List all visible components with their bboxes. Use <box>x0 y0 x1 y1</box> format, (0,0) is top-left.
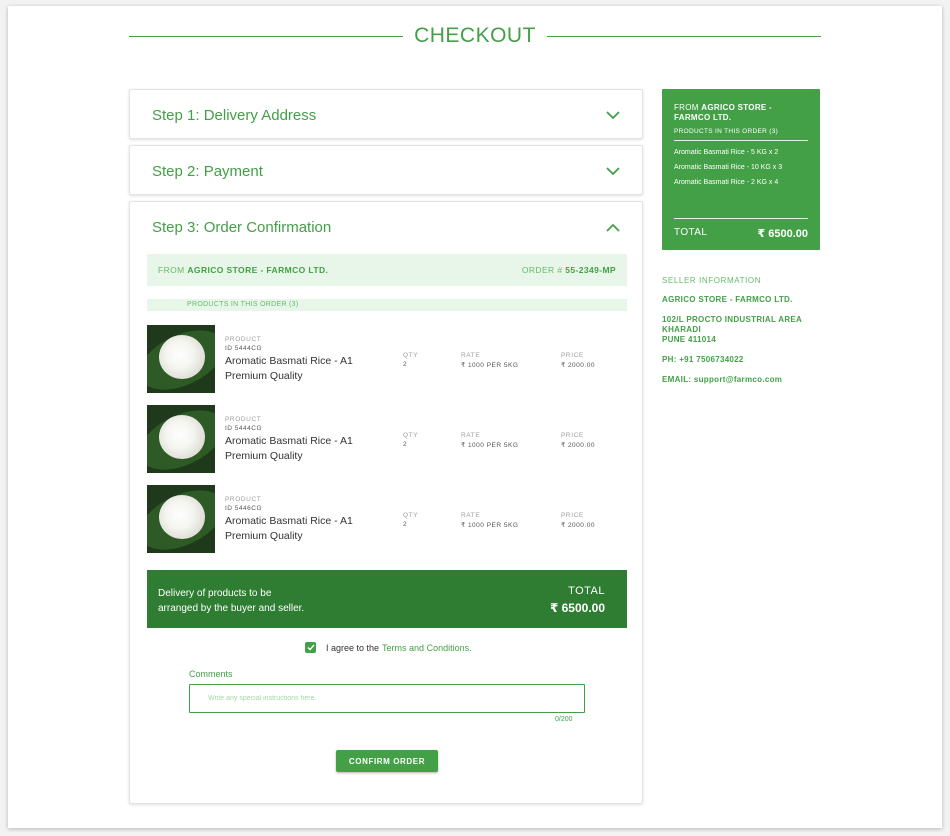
step-header[interactable]: Step 3: Order Confirmation <box>130 202 642 252</box>
product-image <box>147 405 215 473</box>
price-label: PRICE <box>561 352 584 359</box>
order-from: FROM AGRICO STORE - FARMCO LTD. <box>158 265 329 275</box>
summary-total-label: TOTAL <box>674 227 708 238</box>
step-title: Step 2: Payment <box>152 162 263 180</box>
qty-value: 2 <box>403 361 408 368</box>
terms-agreement: I agree to the Terms and Conditions. <box>305 642 472 653</box>
product-image <box>147 325 215 393</box>
seller-information: SELLER INFORMATION AGRICO STORE - FARMCO… <box>662 276 842 384</box>
list-item: PRODUCT ID 5446CG Aromatic Basmati Rice … <box>147 485 627 553</box>
product-id: ID 5446CG <box>225 505 263 512</box>
list-item: PRODUCT ID 5444CG Aromatic Basmati Rice … <box>147 325 627 393</box>
chevron-down-icon[interactable] <box>606 110 620 120</box>
qty-label: QTY <box>403 432 419 439</box>
order-number: ORDER # 55-2349-MP <box>521 265 616 275</box>
rate-value: ₹ 1000 PER 5KG <box>461 522 519 529</box>
header-divider-left <box>129 35 404 37</box>
total-value: ₹ 6500.00 <box>549 601 605 615</box>
order-from-bar: FROM AGRICO STORE - FARMCO LTD. ORDER # … <box>147 254 627 286</box>
price-value: ₹ 2000.00 <box>561 522 595 529</box>
rate-label: RATE <box>461 432 481 439</box>
product-name: Aromatic Basmati Rice - A1 Premium Quali… <box>225 355 353 382</box>
store-name: AGRICO STORE - FARMCO LTD. <box>187 265 329 275</box>
delivery-note: Delivery of products to be arranged by t… <box>158 588 305 614</box>
comments-counter: 0/200 <box>555 716 573 723</box>
header-divider-right <box>546 35 821 37</box>
summary-total: TOTAL ₹ 6500.00 <box>674 218 808 240</box>
product-label: PRODUCT <box>225 416 262 423</box>
step-payment[interactable]: Step 2: Payment <box>129 145 643 195</box>
step-header[interactable]: Step 1: Delivery Address <box>130 90 642 140</box>
confirm-order-button[interactable]: CONFIRM ORDER <box>336 750 438 772</box>
price-value: ₹ 2000.00 <box>561 442 595 449</box>
seller-address: 102/L PROCTO INDUSTRIAL AREA KHARADI PUN… <box>662 315 803 344</box>
seller-email[interactable]: EMAIL: support@farmco.com <box>662 375 842 384</box>
seller-name: AGRICO STORE - FARMCO LTD. <box>662 295 793 304</box>
rate-label: RATE <box>461 352 481 359</box>
page-header: CHECKOUT <box>129 24 821 48</box>
product-label: PRODUCT <box>225 496 262 503</box>
checkout-window: CHECKOUT Step 1: Delivery Address Step 2… <box>8 6 942 828</box>
price-label: PRICE <box>561 432 584 439</box>
rate-label: RATE <box>461 512 481 519</box>
comments-label: Comments <box>189 669 233 679</box>
order-summary: FROM AGRICO STORE - FARMCO LTD. PRODUCTS… <box>662 89 820 250</box>
summary-line-item: Aromatic Basmati Rice - 10 KG x 3 <box>674 164 783 171</box>
products-header: PRODUCTS IN THIS ORDER (3) <box>147 299 627 311</box>
price-value: ₹ 2000.00 <box>561 362 595 369</box>
product-name: Aromatic Basmati Rice - A1 Premium Quali… <box>225 435 353 462</box>
total-label: TOTAL <box>568 585 605 597</box>
qty-value: 2 <box>403 521 408 528</box>
summary-line-item: Aromatic Basmati Rice - 2 KG x 4 <box>674 179 779 186</box>
page-title: CHECKOUT <box>414 24 536 47</box>
step-delivery-address[interactable]: Step 1: Delivery Address <box>129 89 643 139</box>
step-title: Step 3: Order Confirmation <box>152 218 332 236</box>
product-id: ID 5444CG <box>225 425 263 432</box>
product-label: PRODUCT <box>225 336 262 343</box>
qty-label: QTY <box>403 512 419 519</box>
step-order-confirmation: Step 3: Order Confirmation FROM AGRICO S… <box>129 201 643 804</box>
agree-text: I agree to the <box>326 642 380 653</box>
qty-value: 2 <box>403 441 408 448</box>
comments-input[interactable] <box>189 684 585 713</box>
summary-line-item: Aromatic Basmati Rice - 5 KG x 2 <box>674 149 779 156</box>
summary-total-value: ₹ 6500.00 <box>757 228 808 240</box>
product-name: Aromatic Basmati Rice - A1 Premium Quali… <box>225 515 353 542</box>
rate-value: ₹ 1000 PER 5KG <box>461 442 519 449</box>
step-header[interactable]: Step 2: Payment <box>130 146 642 196</box>
product-id: ID 5444CG <box>225 345 263 352</box>
summary-from: FROM AGRICO STORE - FARMCO LTD. <box>674 103 773 122</box>
step-title: Step 1: Delivery Address <box>152 106 317 124</box>
list-item: PRODUCT ID 5444CG Aromatic Basmati Rice … <box>147 405 627 473</box>
terms-link[interactable]: Terms and Conditions. <box>382 643 472 653</box>
check-icon <box>307 644 315 651</box>
price-label: PRICE <box>561 512 584 519</box>
summary-products-header: PRODUCTS IN THIS ORDER (3) <box>674 128 808 141</box>
seller-heading: SELLER INFORMATION <box>662 276 762 285</box>
qty-label: QTY <box>403 352 419 359</box>
chevron-down-icon[interactable] <box>606 166 620 176</box>
terms-checkbox[interactable] <box>305 642 316 653</box>
product-image <box>147 485 215 553</box>
rate-value: ₹ 1000 PER 5KG <box>461 362 519 369</box>
chevron-up-icon[interactable] <box>606 223 620 232</box>
seller-phone: PH: +91 7506734022 <box>662 355 744 364</box>
order-total-bar: Delivery of products to be arranged by t… <box>147 570 627 628</box>
